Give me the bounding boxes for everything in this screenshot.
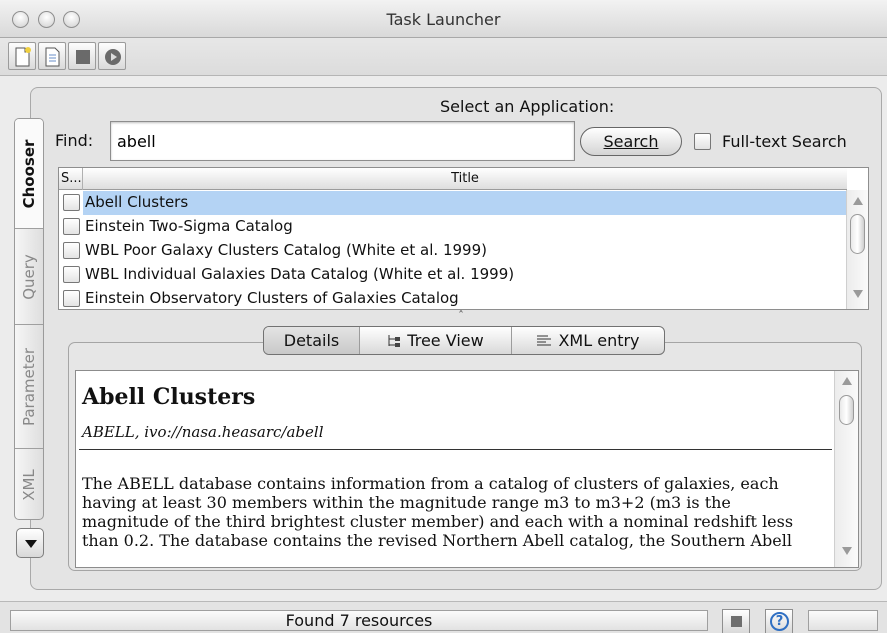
tree-icon [388,335,401,347]
scroll-up-arrow-icon [853,197,863,205]
task-launcher-window: Task Launcher Chooser Query Parameter XM… [0,0,887,633]
row-checkbox[interactable] [63,242,80,259]
tab-label: Tree View [407,331,484,350]
results-table: S... Title Abell Clusters Einstein Two-S… [58,167,869,310]
details-description: The ABELL database contains information … [82,474,794,550]
details-identifier: ABELL, ivo://nasa.heasarc/abell [82,423,324,441]
tab-parameter[interactable]: Parameter [15,325,43,449]
open-document-button[interactable] [38,42,66,70]
table-row[interactable]: Einstein Observatory Clusters of Galaxie… [59,287,847,309]
window-title: Task Launcher [386,10,501,29]
status-extra-field [808,610,878,631]
status-bar: Found 7 resources ? [0,601,887,633]
play-circle-icon [105,49,121,65]
tab-label: XML entry [558,331,640,350]
help-icon: ? [770,612,789,631]
scroll-up-arrow-icon [842,377,852,385]
tab-details[interactable]: Details [264,327,360,354]
tab-label: Parameter [20,347,38,426]
scroll-down-arrow-icon [853,290,863,298]
table-row[interactable]: WBL Poor Galaxy Clusters Catalog (White … [59,239,847,263]
status-message: Found 7 resources [10,610,708,631]
run-button[interactable] [98,42,126,70]
tab-label: XML [20,469,38,501]
triangle-down-icon [25,540,37,548]
full-text-search-label: Full-text Search [722,132,847,151]
status-stop-button[interactable] [722,609,750,633]
table-row[interactable]: WBL Individual Galaxies Data Catalog (Wh… [59,263,847,287]
tab-menu-button[interactable] [16,528,44,558]
row-checkbox[interactable] [63,290,80,307]
details-scroll-thumb[interactable] [839,395,854,425]
row-title: Einstein Two-Sigma Catalog [85,217,293,235]
tab-label: Chooser [20,139,38,208]
search-button[interactable]: Search [580,127,682,156]
results-scrollbar[interactable] [846,190,868,309]
results-rows: Abell Clusters Einstein Two-Sigma Catalo… [59,191,847,309]
tab-chooser[interactable]: Chooser [15,119,43,229]
details-scrollbar[interactable] [834,371,858,567]
scroll-down-arrow-icon [842,547,852,555]
split-pane-handle-icon[interactable]: ˆ [458,309,464,323]
document-icon [45,47,60,67]
lines-icon [537,335,552,346]
details-content: Abell Clusters ABELL, ivo://nasa.heasarc… [76,371,833,550]
detail-view-tabs: Details Tree View XML entry [263,326,665,355]
tab-xml-entry[interactable]: XML entry [512,327,664,354]
results-scroll-thumb[interactable] [850,214,865,254]
new-document-icon [15,47,31,67]
toolbar [0,38,887,76]
side-tabs: Chooser Query Parameter XML [14,118,44,520]
find-label: Find: [55,131,94,150]
stop-square-icon [731,616,742,627]
table-header: S... Title [59,168,847,190]
details-title: Abell Clusters [82,384,256,410]
new-document-button[interactable] [8,42,36,70]
title-bar[interactable]: Task Launcher [0,0,887,38]
row-title: Abell Clusters [83,191,847,215]
stop-square-icon [76,50,90,64]
find-input[interactable] [110,121,575,161]
table-row[interactable]: Einstein Two-Sigma Catalog [59,215,847,239]
stop-button[interactable] [68,42,96,70]
help-button[interactable]: ? [765,609,793,633]
column-header-title[interactable]: Title [83,168,847,190]
tab-xml[interactable]: XML [15,449,43,519]
row-title: Einstein Observatory Clusters of Galaxie… [85,289,459,307]
row-title: WBL Individual Galaxies Data Catalog (Wh… [85,265,515,283]
tab-label: Details [283,331,340,350]
details-pane: Abell Clusters ABELL, ivo://nasa.heasarc… [75,370,859,568]
row-checkbox[interactable] [63,266,80,283]
tab-label: Query [20,253,38,300]
table-row[interactable]: Abell Clusters [59,191,847,215]
select-application-heading: Select an Application: [440,97,615,116]
tab-query[interactable]: Query [15,229,43,325]
full-text-search-checkbox[interactable] [694,133,711,150]
tab-tree-view[interactable]: Tree View [360,327,512,354]
row-title: WBL Poor Galaxy Clusters Catalog (White … [85,241,487,259]
details-divider [79,449,832,450]
row-checkbox[interactable] [63,218,80,235]
column-header-selected[interactable]: S... [59,168,83,190]
row-checkbox[interactable] [63,194,80,211]
